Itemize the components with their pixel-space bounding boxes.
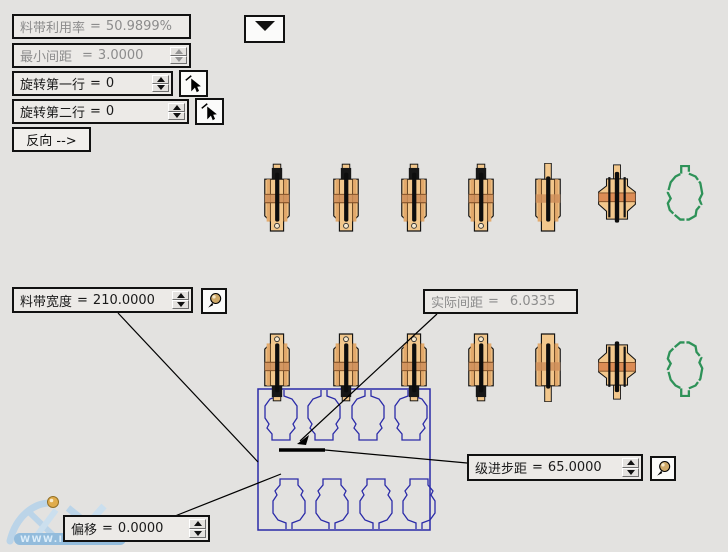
spinner-up-button[interactable] [172, 291, 189, 300]
pick-strip-width-button[interactable] [201, 288, 227, 314]
spinner-down-button[interactable] [189, 528, 206, 538]
strip-width-value: 210.0000 [92, 292, 155, 308]
spinner-up-button[interactable] [622, 458, 639, 468]
step-distance-label: 级进步距 [475, 462, 528, 477]
leader-offset [174, 473, 282, 517]
strip-nesting-drawing [257, 388, 436, 531]
leader-strip-width [117, 312, 259, 463]
offset-value: 0.0000 [117, 521, 164, 536]
part-stage-row-top [264, 163, 704, 232]
min-spacing-spinner [170, 47, 187, 64]
down-triangle-icon [254, 21, 275, 31]
offset-field[interactable]: 偏移 = 0.0000 [63, 515, 210, 542]
rotate-first-row-value: 0 [105, 76, 115, 91]
balloon-pin-icon [657, 460, 671, 476]
spinner-down-button [170, 55, 187, 64]
spinner-down-button[interactable] [168, 111, 185, 120]
offset-label: 偏移 [71, 523, 98, 538]
spinner-up-button[interactable] [168, 103, 185, 112]
pick-rotate-second-row-button[interactable] [195, 98, 224, 125]
min-spacing-field: 最小间距 = 3.0000 [12, 43, 191, 68]
strip-width-spinner[interactable] [172, 291, 189, 309]
step-distance-value: 65.0000 [547, 460, 602, 475]
strip-utilization-field: 料带利用率 = 50.9899% [12, 14, 191, 39]
step-distance-spinner[interactable] [622, 458, 639, 477]
strip-width-label: 料带宽度 [20, 294, 73, 310]
final-blank-outline-bottom [666, 341, 704, 397]
min-spacing-label: 最小间距 [20, 50, 73, 65]
part-stage-row-bottom [264, 333, 704, 402]
balloon-pin-icon [208, 292, 222, 308]
dropdown-button[interactable] [244, 15, 285, 43]
leader-step-distance [324, 449, 468, 464]
rotate-second-row-field[interactable]: 旋转第二行 = 0 [12, 99, 189, 124]
strip-utilization-value: 50.9899% [105, 19, 173, 34]
actual-spacing-value: 6.0335 [509, 294, 556, 309]
spinner-down-button[interactable] [172, 300, 189, 309]
final-blank-outline-top [666, 165, 704, 221]
cursor-pick-icon [200, 102, 217, 120]
strip-utilization-label: 料带利用率 [20, 21, 86, 36]
min-spacing-value: 3.0000 [97, 48, 144, 63]
step-distance-field[interactable]: 级进步距 = 65.0000 [467, 454, 643, 481]
rotate-second-row-label: 旋转第二行 [20, 106, 86, 121]
reverse-direction-button[interactable]: 反向 --> [12, 127, 91, 152]
pick-step-distance-button[interactable] [650, 456, 676, 481]
offset-spinner[interactable] [189, 519, 206, 538]
strip-blank-row-bottom [272, 478, 436, 529]
spinner-down-button[interactable] [152, 83, 169, 92]
dialog-window: WWW.ICAX.ORG [0, 0, 728, 552]
spinner-up-button[interactable] [189, 519, 206, 529]
spinner-up-button [170, 47, 187, 56]
rotate-first-row-spinner[interactable] [152, 75, 169, 92]
spinner-up-button[interactable] [152, 75, 169, 84]
reverse-button-label: 反向 --> [26, 134, 77, 149]
strip-width-field[interactable]: 料带宽度 = 210.0000 [12, 287, 193, 313]
leader-arrowhead [297, 435, 309, 445]
rotate-second-row-value: 0 [105, 104, 115, 119]
rotate-second-row-spinner[interactable] [168, 103, 185, 120]
spinner-down-button[interactable] [622, 467, 639, 477]
rotate-first-row-field[interactable]: 旋转第一行 = 0 [12, 71, 173, 96]
rotate-first-row-label: 旋转第一行 [20, 78, 86, 93]
actual-spacing-label: 实际间距 [431, 296, 484, 311]
actual-spacing-field: 实际间距 = 6.0335 [423, 289, 578, 314]
pick-rotate-first-row-button[interactable] [179, 70, 208, 97]
cursor-pick-icon [184, 74, 201, 92]
